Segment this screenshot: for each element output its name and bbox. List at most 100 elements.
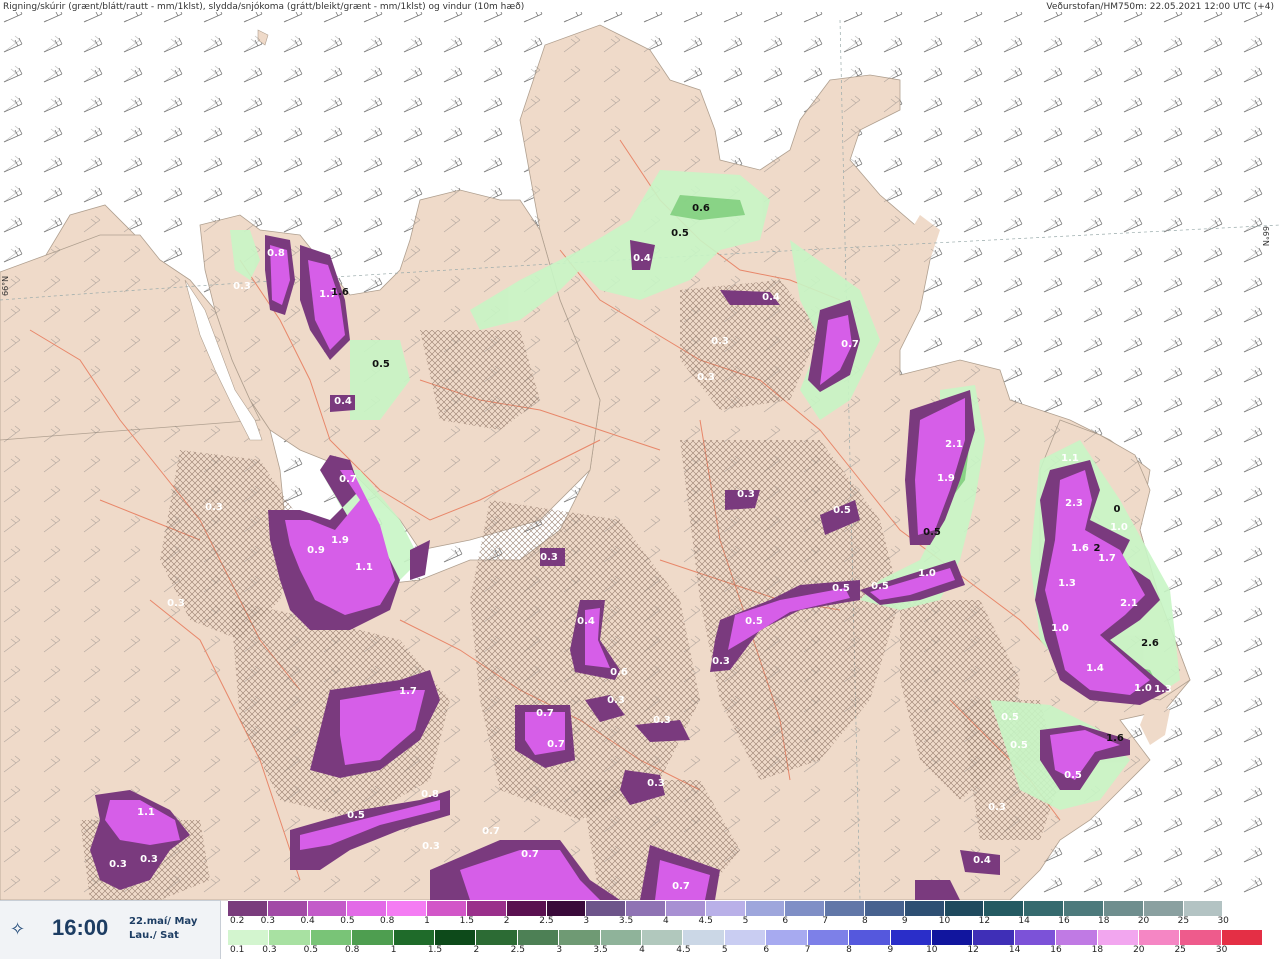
latitude-label-right: 66°N [1261,226,1270,247]
value-label: 0.5 [745,616,763,627]
value-label: 0.7 [841,339,859,350]
legend-label: 0.8 [345,945,360,955]
legend-label: 30 [1217,916,1229,926]
value-label: 0.4 [577,616,595,627]
legend-swatch [890,930,932,945]
value-label: 0.9 [307,545,325,556]
legend-swatch [1138,930,1181,945]
legend-label: 9 [887,945,894,955]
legend-swatch [766,930,808,945]
legend-label: 0.3 [260,916,275,926]
legend-swatch [1221,930,1264,945]
legend-label: 12 [978,916,991,926]
legend-swatch [307,901,348,916]
legend-swatch [724,930,767,945]
value-label: 1.9 [331,535,349,546]
value-label: 0.5 [833,505,851,516]
legend-swatch [466,901,507,916]
value-label: 1.3 [1058,578,1076,589]
legend-label: 4.5 [676,945,691,955]
legend-swatch [665,901,706,916]
value-label: 0 [1114,504,1121,515]
legend-label: 30 [1215,945,1228,955]
value-label: 0.5 [1001,712,1019,723]
legend-label: 4.5 [698,916,713,926]
legend-label: 4 [663,916,669,926]
legend-swatch [559,930,601,945]
value-label: 0.7 [521,849,539,860]
value-label: 1.9 [937,473,955,484]
legend-label: 1.5 [427,945,443,955]
legend-swatch [1014,930,1057,945]
value-label: 0.3 [167,598,185,609]
legend-swatch [785,901,826,916]
legend-swatch [387,901,428,916]
legend-label: 0.5 [340,916,355,926]
legend-label: 20 [1133,945,1145,955]
legend-swatch [427,901,467,916]
value-label: 1.0 [918,568,936,579]
legend-label: 8 [846,945,852,955]
forecast-date: 22.maí/ May [129,916,198,927]
legend-label: 1 [424,916,430,926]
legend-swatch [347,901,388,916]
value-label: 0.5 [1010,740,1028,751]
value-label: 0.3 [697,372,715,383]
legend-label: 3 [556,945,563,955]
legend-swatch [626,901,666,916]
legend-label: 0.3 [262,945,277,955]
legend-label: 5 [742,916,749,926]
legend-label: 9 [901,916,908,926]
value-label: 0.5 [671,228,689,239]
value-label: 2 [1094,543,1101,554]
legend-label: 16 [1050,945,1062,955]
value-label: 0.7 [536,708,554,719]
value-label: 1.1 [355,562,373,573]
value-label: 0.3 [647,778,665,789]
value-label: 2.1 [945,439,963,450]
legend-label: 0.2 [230,916,245,926]
value-label: 1.7 [399,686,417,697]
legend-label: 3.5 [618,916,634,926]
time-box: ✧ 16:00 22.maí/ May Lau./ Sat [0,900,221,959]
value-label: 0.5 [1064,770,1082,781]
value-label: 0.5 [871,581,889,592]
value-label: 1.1 [1061,453,1079,464]
legend-swatch [228,930,270,945]
value-label: 0.8 [421,789,439,800]
legend-swatch [745,901,786,916]
value-label: 0.4 [973,855,991,866]
legend-swatch [476,930,518,945]
legend-label: 0.5 [303,945,318,955]
legend-label: 2.5 [539,916,554,926]
legend-label: 5 [721,945,728,955]
legend-label: 14 [1008,945,1021,955]
legend-swatch [517,930,560,945]
value-label: 0.4 [633,253,651,264]
legend-label: 20 [1137,916,1150,926]
legend-swatch [269,930,311,945]
latitude-label-left: 66°N [1,275,10,296]
legend-swatch [683,930,725,945]
value-label: 1.6 [1071,543,1089,554]
legend-swatch [1180,930,1222,945]
value-label: 0.5 [832,583,850,594]
value-label: 0.5 [923,527,941,538]
map-title: Rigning/skúrir (grænt/blátt/rautt - mm/1… [3,2,525,12]
legend-swatch [506,901,547,916]
value-label: 0.5 [347,810,365,821]
legend-label: 18 [1098,916,1110,926]
legend-label: 6 [763,945,770,955]
value-label: 0.3 [540,552,558,563]
value-label: 1.0 [1110,522,1128,533]
value-label: 1.6 [331,287,349,298]
value-label: 0.3 [422,841,440,852]
value-label: 0.7 [547,739,565,750]
value-label: 0.6 [610,667,628,678]
value-label: 0.7 [339,474,357,485]
legend-label: 25 [1177,916,1190,926]
value-label: 0.3 [109,859,127,870]
legend-swatch [904,901,945,916]
snow-color-scale [228,901,1264,916]
legend-swatch [267,901,308,916]
